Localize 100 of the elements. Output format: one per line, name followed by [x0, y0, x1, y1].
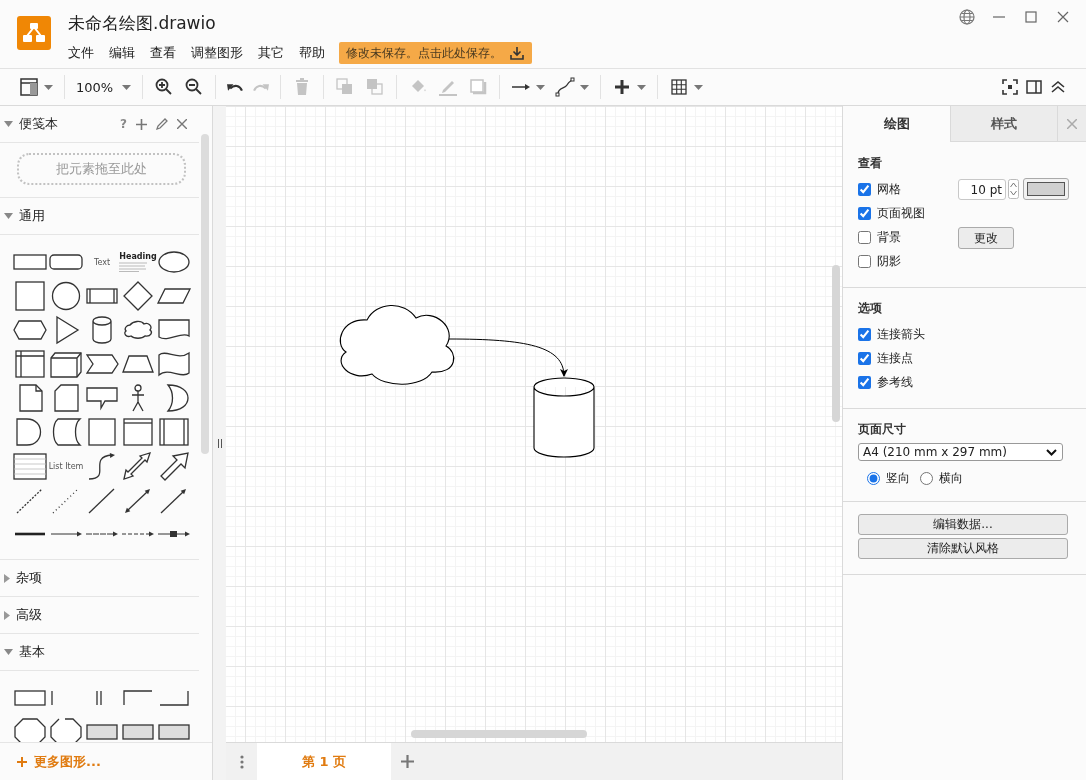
section-header[interactable]: 高级	[0, 600, 42, 630]
checkbox-label: 阴影	[877, 252, 901, 270]
menu-item[interactable]: 调整图形	[191, 44, 243, 62]
shadow-icon	[468, 77, 489, 97]
section-title: 页面尺寸	[858, 421, 907, 438]
menu-item[interactable]: 文件	[68, 44, 94, 62]
caret-icon	[44, 84, 53, 90]
app-logo-icon	[17, 16, 51, 50]
spinner-arrows-icon[interactable]	[1008, 179, 1019, 199]
radio-button[interactable]	[920, 472, 933, 485]
close-button[interactable]	[177, 119, 187, 129]
section-header[interactable]: 便笺本	[0, 109, 58, 139]
section-title: 选项	[858, 300, 883, 317]
document-title: 未命名绘图.drawio	[68, 13, 217, 33]
menu-item[interactable]: 查看	[150, 44, 176, 62]
plus-icon	[400, 755, 414, 768]
grid-color-button[interactable]	[1023, 178, 1069, 200]
panel-button[interactable]: 清除默认风格	[858, 538, 1068, 559]
change-background-button[interactable]: 更改	[958, 227, 1014, 249]
save-notice-button[interactable]: 修改未保存。点击此处保存。	[339, 42, 532, 64]
send-to-back-icon	[365, 77, 386, 97]
section-header[interactable]: 通用	[0, 201, 45, 231]
caret-icon	[580, 84, 590, 90]
caret-icon	[536, 84, 546, 90]
square-icon[interactable]	[12, 281, 48, 311]
list-icon[interactable]	[12, 451, 48, 481]
fullscreen-icon	[1000, 77, 1020, 97]
undo-icon	[227, 82, 244, 92]
vertical-lines-rectangle-icon[interactable]	[156, 417, 192, 447]
checkbox-label: 背景	[877, 228, 901, 246]
menu-item[interactable]: 其它	[258, 44, 284, 62]
section-header[interactable]: 基本	[0, 637, 45, 667]
plus-icon	[136, 118, 147, 130]
checkbox-label: 页面视图	[877, 204, 925, 222]
grid-size-field[interactable]: 10 pt	[958, 178, 1006, 200]
octagon-icon[interactable]	[12, 717, 48, 742]
section-title: 查看	[858, 155, 883, 172]
side-panel-icon	[1024, 77, 1044, 97]
checkbox[interactable]	[858, 375, 871, 389]
checkbox[interactable]	[858, 254, 871, 268]
triangle-down-icon	[4, 649, 13, 655]
page-size-select[interactable]: A4 (210 mm x 297 mm)	[858, 443, 1063, 461]
checkbox-label: 网格	[877, 180, 901, 198]
list-item-shape-label[interactable]: List Item	[48, 461, 84, 471]
edit-button[interactable]	[156, 118, 168, 130]
vertical-scrollbar[interactable]	[201, 134, 209, 454]
container-icon[interactable]	[120, 417, 156, 447]
checkbox[interactable]	[858, 206, 871, 220]
radio-button[interactable]	[867, 472, 880, 485]
triangle-right-icon	[4, 610, 10, 620]
internal-storage-icon[interactable]	[12, 349, 48, 379]
close-icon	[1055, 9, 1071, 25]
menu-item[interactable]: 帮助	[299, 44, 325, 62]
format-panel-icon	[19, 77, 39, 97]
triangle-right-icon	[4, 573, 10, 583]
triangle-down-icon	[4, 213, 13, 219]
add-button[interactable]	[136, 118, 147, 130]
pencil-icon	[156, 118, 168, 130]
download-icon	[510, 46, 524, 60]
checkbox[interactable]	[858, 351, 871, 365]
table-icon	[669, 77, 690, 97]
horizontal-scrollbar[interactable]	[411, 730, 587, 738]
checkbox-label: 连接点	[877, 349, 913, 367]
vertical-dots-icon	[239, 754, 244, 769]
menu-item[interactable]: 编辑	[109, 44, 135, 62]
panel-button[interactable]: 编辑数据...	[858, 514, 1068, 535]
panel-tab[interactable]: 样式	[950, 106, 1057, 142]
color-swatch	[1027, 182, 1065, 196]
text-shape-label[interactable]: Text	[93, 257, 111, 267]
caret-icon	[637, 84, 647, 90]
heading-shape-label[interactable]: Heading	[119, 252, 157, 261]
help-button[interactable]: ?	[120, 117, 127, 131]
plus-icon	[17, 756, 27, 767]
checkbox-label: 参考线	[877, 373, 913, 391]
splitter-handle-icon	[217, 438, 222, 448]
close-icon	[177, 119, 187, 129]
triangle-down-icon	[4, 121, 13, 127]
checkbox[interactable]	[858, 230, 871, 244]
vertical-scrollbar[interactable]	[832, 265, 840, 422]
curved-connector-icon	[555, 77, 576, 97]
checkbox[interactable]	[858, 327, 871, 341]
chevron-down-icon	[1046, 448, 1057, 456]
radio-label: 横向	[939, 470, 963, 487]
caret-icon	[122, 84, 132, 90]
checkbox-label: 连接箭头	[877, 325, 925, 343]
connector-arrow[interactable]	[448, 338, 568, 377]
language-globe-icon	[959, 9, 975, 25]
tape-icon[interactable]	[156, 349, 192, 379]
section-header[interactable]: 杂项	[0, 563, 42, 593]
minimize-icon	[993, 16, 1005, 18]
close-icon	[1067, 118, 1077, 129]
zoom-dropdown[interactable]: 100%	[71, 73, 137, 101]
checkbox[interactable]	[858, 182, 871, 196]
redo-icon	[253, 82, 270, 92]
cube-icon[interactable]	[48, 349, 84, 379]
cylinder-shape[interactable]	[533, 377, 595, 458]
octagon-icon[interactable]	[48, 717, 84, 742]
cloud-shape[interactable]	[339, 304, 455, 385]
radio-label: 竖向	[886, 470, 910, 487]
caret-icon	[694, 84, 704, 90]
